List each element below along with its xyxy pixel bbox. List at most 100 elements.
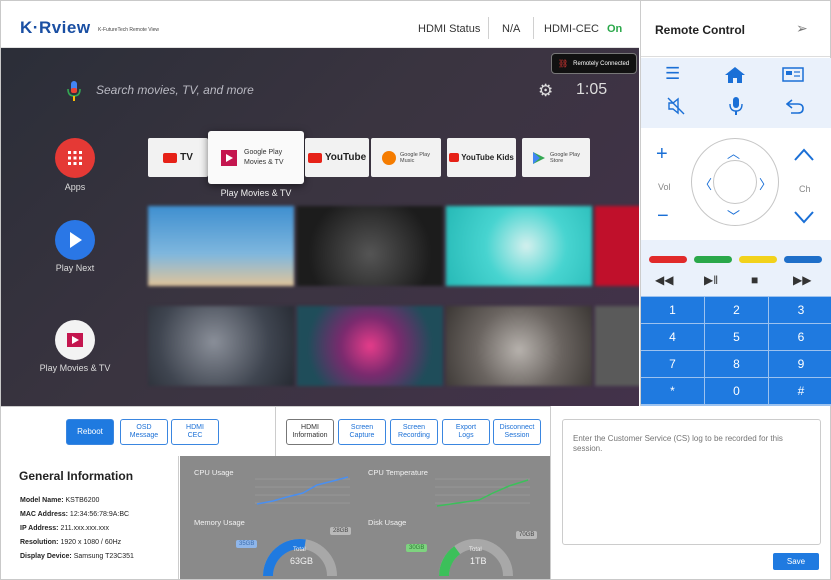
- app-tile-youtube[interactable]: YouTube: [305, 138, 369, 177]
- app-tile-youtube-tv[interactable]: TV: [148, 138, 208, 177]
- screen-recording-button[interactable]: Screen Recording: [390, 419, 438, 445]
- remote-navigation: + Vol − ︿ 〈 〉 ﹀ Ch: [641, 128, 831, 240]
- memory-usage-label: Memory Usage: [194, 518, 245, 527]
- hdmi-information-button[interactable]: HDMI Information: [286, 419, 334, 445]
- numpad-key[interactable]: 1: [641, 297, 704, 323]
- divider: [488, 17, 489, 39]
- dpad-left-icon[interactable]: 〈: [699, 174, 712, 193]
- dpad-up-icon[interactable]: ︿: [727, 143, 740, 162]
- fast-forward-icon[interactable]: ▶▶: [793, 273, 811, 287]
- play-next-button[interactable]: [55, 220, 95, 260]
- red-key[interactable]: [649, 256, 687, 263]
- info-value: KSTB6200: [65, 497, 100, 504]
- search-placeholder[interactable]: Search movies, TV, and more: [96, 83, 254, 97]
- volume-down-icon[interactable]: −: [657, 205, 669, 228]
- numpad-key[interactable]: 5: [705, 324, 768, 350]
- disk-used-pill: 30GB: [406, 544, 428, 552]
- memory-free-pill: 28GB: [330, 527, 352, 535]
- content-thumbnail[interactable]: [148, 206, 294, 286]
- green-key[interactable]: [694, 256, 732, 263]
- numpad-key[interactable]: *: [641, 378, 704, 404]
- device-actions-group: Reboot OSD Message HDMI CEC: [1, 407, 276, 457]
- remote-top-keys: ☰: [641, 58, 831, 128]
- content-thumbnail[interactable]: [595, 206, 639, 286]
- settings-gear-icon[interactable]: ⚙: [538, 81, 553, 101]
- general-information-title: General Information: [19, 469, 134, 483]
- play-pause-icon[interactable]: ▶‖: [704, 273, 718, 287]
- info-row-model: Model Name: KSTB6200: [20, 497, 99, 504]
- play-movies-button[interactable]: [55, 320, 95, 360]
- content-thumbnail[interactable]: [595, 306, 639, 386]
- numpad-key[interactable]: 9: [769, 351, 831, 377]
- numpad-key[interactable]: 7: [641, 351, 704, 377]
- remote-header: Remote Control ➢: [641, 1, 830, 57]
- cpu-temperature-label: CPU Temperature: [368, 468, 428, 477]
- app-tile-label: Google Play Store: [550, 151, 580, 164]
- save-button[interactable]: Save: [773, 553, 819, 570]
- dpad-right-icon[interactable]: 〉: [759, 174, 772, 193]
- content-thumbnail[interactable]: [297, 206, 443, 286]
- cs-log-input[interactable]: [562, 419, 821, 545]
- info-value: 12:34:56:78:9A:BC: [69, 511, 130, 518]
- dpad-ok-button[interactable]: [713, 160, 757, 204]
- remote-title: Remote Control: [655, 23, 745, 37]
- app-tile-label: YouTube: [324, 152, 367, 163]
- app-tile-label: YouTube Kids: [461, 153, 514, 162]
- disk-gauge: [439, 539, 513, 577]
- rewind-icon[interactable]: ◀◀: [655, 273, 673, 287]
- back-icon[interactable]: [786, 98, 804, 114]
- hdmi-cec-value: On: [607, 23, 623, 35]
- disconnect-session-button[interactable]: Disconnect Session: [493, 419, 541, 445]
- dpad-down-icon[interactable]: ﹀: [727, 206, 740, 225]
- apps-button[interactable]: [55, 138, 95, 178]
- screen-capture-button[interactable]: Screen Capture: [338, 419, 386, 445]
- remote-color-keys: ◀◀ ▶‖ ■ ▶▶: [641, 240, 831, 296]
- menu-icon[interactable]: ☰: [665, 64, 680, 84]
- volume-up-icon[interactable]: +: [656, 143, 668, 166]
- send-icon[interactable]: ➢: [796, 20, 808, 37]
- content-thumbnail[interactable]: [446, 206, 592, 286]
- volume-label: Vol: [658, 182, 671, 192]
- numpad-key[interactable]: 8: [705, 351, 768, 377]
- numpad: 1 2 3 4 5 6 7 8 9 * 0 #: [641, 296, 831, 406]
- info-label: MAC Address:: [20, 511, 68, 518]
- content-thumbnail[interactable]: [446, 306, 592, 386]
- blue-key[interactable]: [784, 256, 822, 263]
- app-tile-label: Google Play Music: [400, 151, 430, 164]
- home-icon[interactable]: [724, 66, 746, 84]
- channel-up-icon[interactable]: [793, 148, 815, 162]
- disk-used-arc: [439, 546, 461, 577]
- info-row-mac: MAC Address: 12:34:56:78:9A:BC: [20, 511, 129, 518]
- tv-screen-view[interactable]: ⛓ Remotely Connected Search movies, TV, …: [1, 48, 639, 406]
- content-thumbnail[interactable]: [297, 306, 443, 386]
- app-tile-play-store[interactable]: Google Play Store: [522, 138, 590, 177]
- hdmi-cec-button[interactable]: HDMI CEC: [171, 419, 219, 445]
- grid-icon: [68, 151, 82, 165]
- app-tile-play-music[interactable]: Google Play Music: [371, 138, 441, 177]
- app-tile-play-movies[interactable]: Google Play Movies & TV: [208, 131, 304, 184]
- channel-down-icon[interactable]: [793, 210, 815, 224]
- memory-total-value: 63GB: [290, 556, 314, 566]
- yellow-key[interactable]: [739, 256, 777, 263]
- disk-total-label: Total: [469, 547, 482, 553]
- osd-message-button[interactable]: OSD Message: [120, 419, 168, 445]
- numpad-key[interactable]: 0: [705, 378, 768, 404]
- numpad-key[interactable]: 2: [705, 297, 768, 323]
- numpad-key[interactable]: 3: [769, 297, 831, 323]
- mute-icon[interactable]: [667, 97, 685, 115]
- input-source-icon[interactable]: [782, 67, 804, 82]
- numpad-key[interactable]: 6: [769, 324, 831, 350]
- stop-icon[interactable]: ■: [751, 273, 758, 287]
- reboot-button[interactable]: Reboot: [66, 419, 114, 445]
- microphone-icon[interactable]: [67, 80, 81, 102]
- content-thumbnail[interactable]: [148, 306, 294, 386]
- numpad-key[interactable]: 4: [641, 324, 704, 350]
- tv-clock: 1:05: [576, 81, 608, 98]
- export-logs-button[interactable]: Export Logs: [442, 419, 490, 445]
- app-tile-youtube-kids[interactable]: YouTube Kids: [447, 138, 516, 177]
- remotely-connected-badge: ⛓ Remotely Connected: [551, 53, 637, 74]
- play-music-logo-icon: [382, 150, 397, 165]
- numpad-key[interactable]: #: [769, 378, 831, 404]
- voice-mic-icon[interactable]: [729, 96, 743, 116]
- hdmi-status-value: N/A: [502, 23, 521, 35]
